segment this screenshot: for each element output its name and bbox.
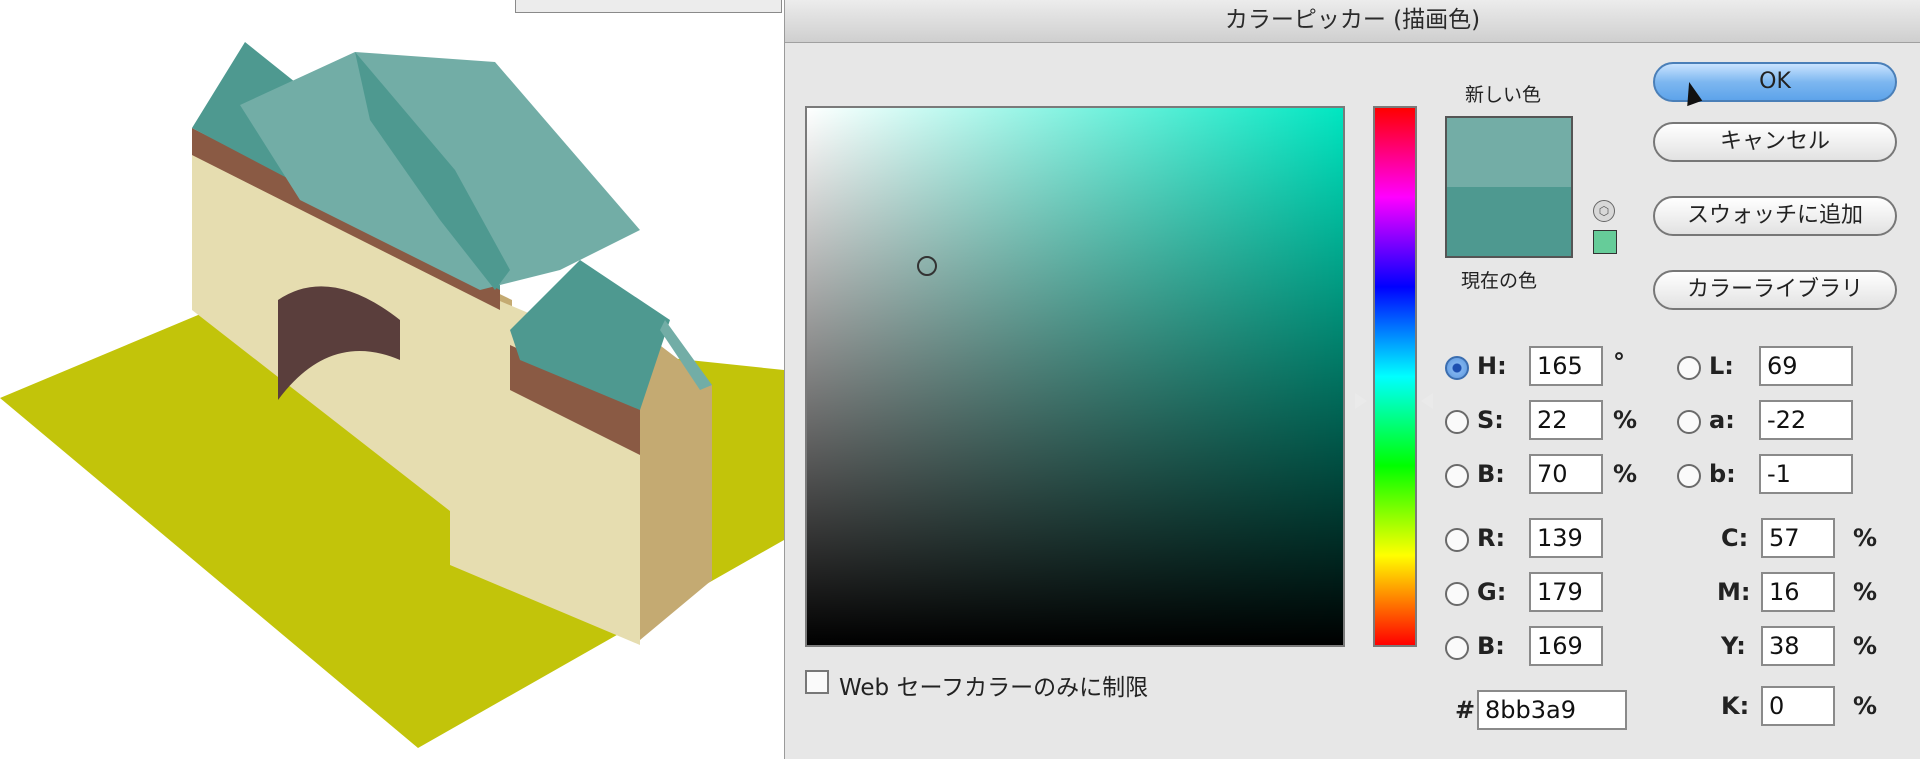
websafe-only-checkbox[interactable] [805, 670, 829, 694]
radio-a[interactable] [1677, 410, 1701, 434]
hue-slider-handle-left[interactable] [1355, 393, 1367, 409]
gate-illustration [0, 42, 784, 748]
new-color-swatch [1447, 118, 1571, 187]
blue-field[interactable]: 169 [1529, 626, 1603, 666]
radio-r[interactable] [1445, 528, 1469, 552]
color-picker-dialog: カラーピッカー (描画色) 新しい色 現在の色 ⬡ OK キャンセル スウォッチ… [784, 0, 1920, 759]
radio-g[interactable] [1445, 582, 1469, 606]
websafe-only-label: Web セーフカラーのみに制限 [839, 675, 1149, 701]
c-label: C: [1721, 524, 1749, 552]
new-color-label: 新しい色 [1465, 84, 1542, 106]
blue-label: B: [1477, 632, 1505, 660]
radio-b[interactable] [1445, 464, 1469, 488]
c-unit: % [1853, 524, 1878, 552]
color-field-cursor[interactable] [917, 256, 937, 276]
radio-lab-b[interactable] [1677, 464, 1701, 488]
l-label: L: [1709, 352, 1734, 380]
color-field[interactable] [805, 106, 1345, 647]
radio-s[interactable] [1445, 410, 1469, 434]
y-field[interactable]: 38 [1761, 626, 1835, 666]
y-unit: % [1853, 632, 1878, 660]
websafe-color-swatch[interactable] [1593, 230, 1617, 254]
lab-b-label: b: [1709, 460, 1736, 488]
s-unit: % [1613, 406, 1638, 434]
l-field[interactable]: 69 [1759, 346, 1853, 386]
h-field[interactable]: 165 [1529, 346, 1603, 386]
h-unit: ° [1613, 348, 1625, 376]
radio-h[interactable] [1445, 356, 1469, 380]
b-unit: % [1613, 460, 1638, 488]
g-label: G: [1477, 578, 1507, 606]
s-label: S: [1477, 406, 1504, 434]
current-color-label: 現在の色 [1461, 270, 1538, 292]
radio-blue[interactable] [1445, 636, 1469, 660]
a-label: a: [1709, 406, 1735, 434]
k-label: K: [1721, 692, 1750, 720]
c-field[interactable]: 57 [1761, 518, 1835, 558]
a-field[interactable]: -22 [1759, 400, 1853, 440]
illustration-canvas [0, 0, 784, 759]
toolbar-strip [515, 0, 782, 13]
b-field[interactable]: 70 [1529, 454, 1603, 494]
cancel-button[interactable]: キャンセル [1653, 122, 1897, 162]
hue-slider-handle-right[interactable] [1421, 393, 1433, 409]
y-label: Y: [1721, 632, 1746, 660]
dialog-title: カラーピッカー (描画色) [785, 0, 1920, 43]
hex-label: # [1455, 696, 1476, 724]
k-unit: % [1853, 692, 1878, 720]
hex-field[interactable]: 8bb3a9 [1477, 690, 1627, 730]
color-preview [1445, 116, 1573, 258]
add-to-swatches-button[interactable]: スウォッチに追加 [1653, 196, 1897, 236]
m-label: M: [1717, 578, 1751, 606]
k-field[interactable]: 0 [1761, 686, 1835, 726]
hue-slider[interactable] [1373, 106, 1417, 647]
radio-l[interactable] [1677, 356, 1701, 380]
s-field[interactable]: 22 [1529, 400, 1603, 440]
lab-b-field[interactable]: -1 [1759, 454, 1853, 494]
websafe-warning-icon[interactable]: ⬡ [1593, 200, 1615, 222]
g-field[interactable]: 179 [1529, 572, 1603, 612]
r-label: R: [1477, 524, 1506, 552]
current-color-swatch[interactable] [1447, 187, 1571, 256]
r-field[interactable]: 139 [1529, 518, 1603, 558]
h-label: H: [1477, 352, 1507, 380]
color-libraries-button[interactable]: カラーライブラリ [1653, 270, 1897, 310]
m-field[interactable]: 16 [1761, 572, 1835, 612]
m-unit: % [1853, 578, 1878, 606]
b-label: B: [1477, 460, 1505, 488]
